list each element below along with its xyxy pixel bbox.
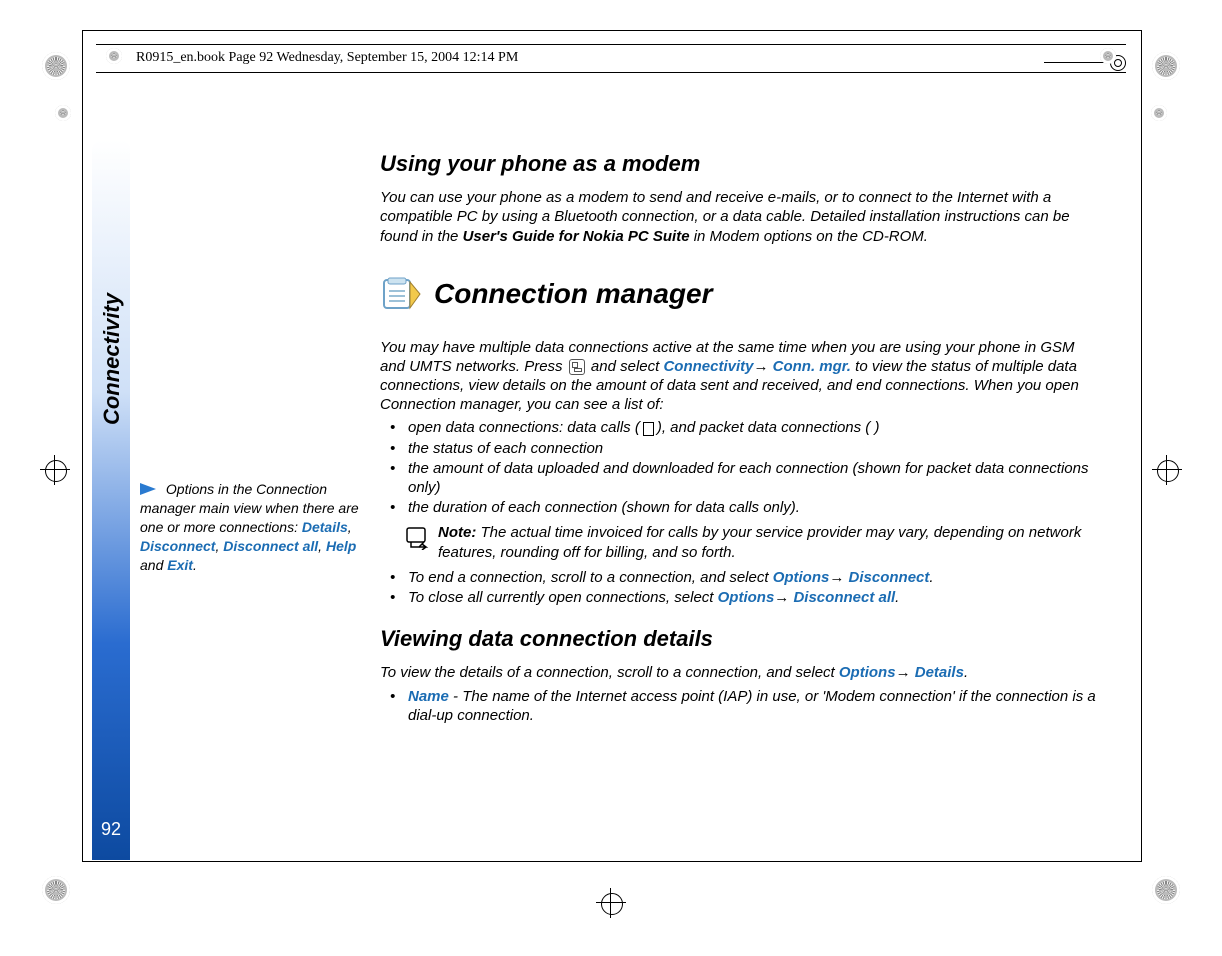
printer-wheel-icon (1152, 52, 1180, 80)
list-item: To end a connection, scroll to a connect… (380, 568, 1100, 587)
header-rule-top (96, 44, 1126, 45)
printer-wheel-icon (42, 52, 70, 80)
paragraph: You may have multiple data connections a… (380, 338, 1100, 415)
list-item: the status of each connection (380, 439, 1100, 458)
note-block: Note: The actual time invoiced for calls… (404, 523, 1100, 561)
note-icon (404, 526, 432, 550)
section-tab-label: Connectivity (99, 293, 125, 513)
page-header-text: R0915_en.book Page 92 Wednesday, Septemb… (136, 50, 518, 66)
list-item: open data connections: data calls (), an… (380, 418, 1100, 437)
header-rule-bottom (96, 72, 1126, 73)
paragraph: To view the details of a connection, scr… (380, 663, 1100, 682)
margin-tip: Options in the Connection manager main v… (140, 480, 370, 574)
connection-manager-icon (380, 274, 424, 314)
page-number: 92 (92, 819, 130, 840)
printer-wheel-small-icon (55, 105, 71, 121)
heading-modem: Using your phone as a modem (380, 150, 1100, 178)
menu-key-icon (569, 359, 585, 375)
data-call-icon (643, 422, 654, 436)
printer-wheel-small-icon (1151, 105, 1167, 121)
heading-connection-manager: Connection manager (380, 274, 1100, 314)
bullet-list: To end a connection, scroll to a connect… (380, 568, 1100, 607)
list-item: To close all currently open connections,… (380, 588, 1100, 607)
printer-wheel-icon (1152, 876, 1180, 904)
section-tab: Connectivity 92 (92, 140, 130, 860)
registration-target-icon (40, 455, 70, 485)
paragraph: You can use your phone as a modem to sen… (380, 188, 1100, 246)
registration-target-icon (1152, 455, 1182, 485)
list-item: the amount of data uploaded and download… (380, 459, 1100, 497)
registration-target-icon (596, 888, 626, 918)
tip-arrow-icon (140, 483, 156, 495)
bullet-list: open data connections: data calls (), an… (380, 418, 1100, 517)
list-item: Name - The name of the Internet access p… (380, 687, 1100, 725)
heading-connection-details: Viewing data connection details (380, 625, 1100, 653)
binding-wheel-icon (106, 48, 122, 64)
printer-wheel-icon (42, 876, 70, 904)
list-item: the duration of each connection (shown f… (380, 498, 1100, 517)
body-content: Using your phone as a modem You can use … (380, 150, 1100, 729)
binding-wheel-icon (1100, 48, 1116, 64)
bullet-list: Name - The name of the Internet access p… (380, 687, 1100, 725)
